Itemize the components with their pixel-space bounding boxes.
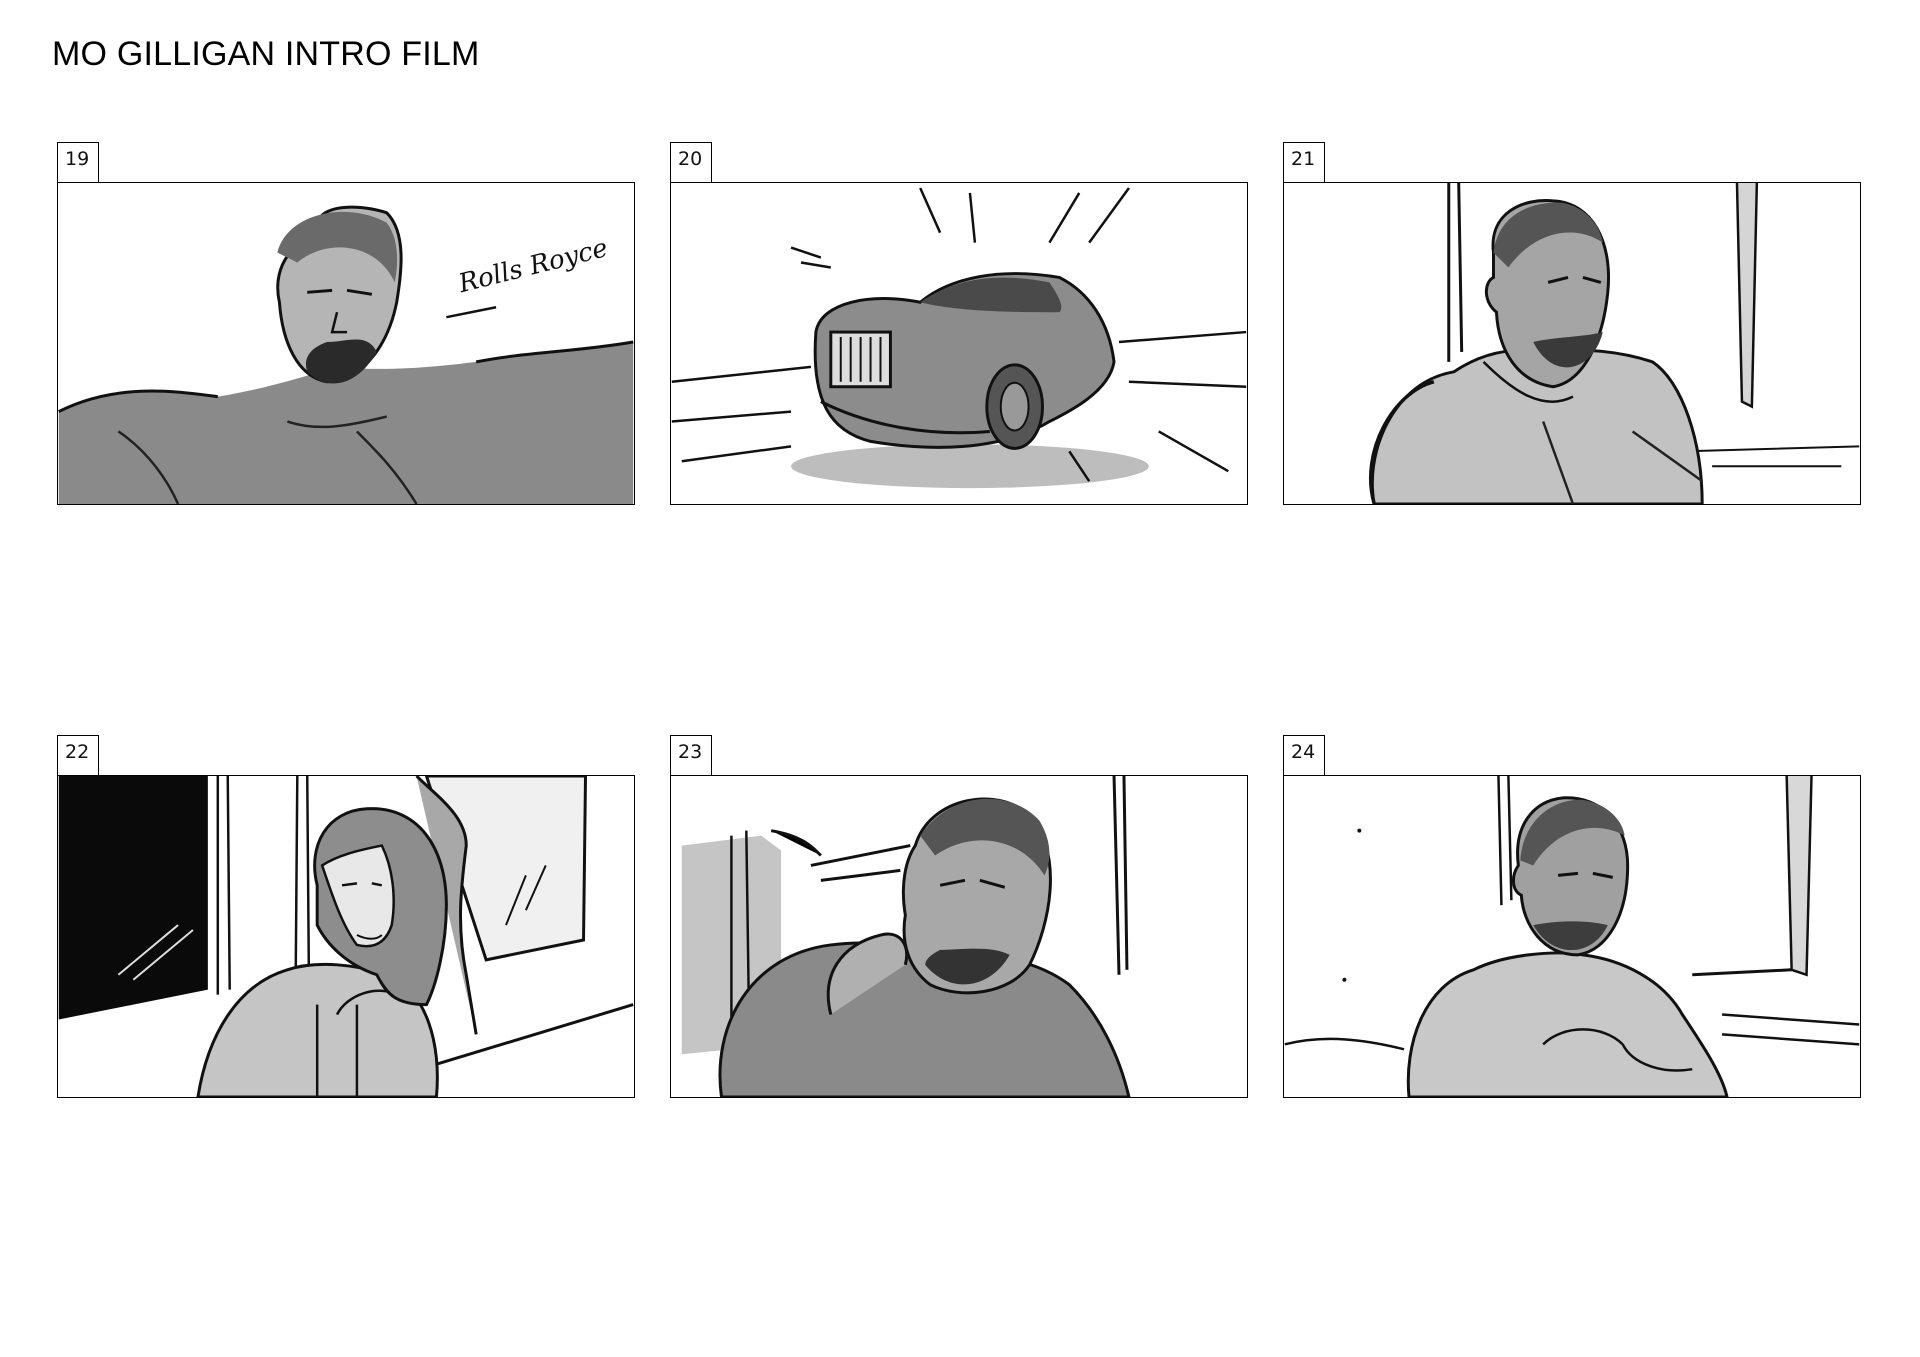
panel-number: 22 [57, 735, 99, 775]
sketch-woman-by-window [58, 776, 634, 1097]
sketch-man-reclining: Rolls Royce [58, 205, 634, 504]
storyboard-panel-22: 22 [57, 735, 635, 1098]
panel-number: 20 [670, 142, 712, 182]
storyboard-panel-21: 21 [1283, 142, 1861, 505]
annotation-text: Rolls Royce [455, 233, 611, 299]
sketch-car [671, 187, 1247, 489]
panel-frame: Rolls Royce [57, 182, 635, 505]
panel-frame [1283, 182, 1861, 505]
sketch-man-thinking [681, 776, 1131, 1097]
storyboard-panel-24: 24 [1283, 735, 1861, 1098]
storyboard-panel-20: 20 [670, 142, 1248, 505]
sketch-man-hoodie-looking-right [1368, 183, 1860, 504]
sketch-man-hoodie-looking-down [1284, 776, 1860, 1097]
panel-number: 23 [670, 735, 712, 775]
panel-frame [1283, 775, 1861, 1098]
panel-number: 19 [57, 142, 99, 182]
page-title: MO GILLIGAN INTRO FILM [52, 35, 480, 73]
storyboard-panel-23: 23 [670, 735, 1248, 1098]
panel-number: 21 [1283, 142, 1325, 182]
storyboard-panel-19: 19 Rolls Royce [57, 142, 635, 505]
panel-frame [57, 775, 635, 1098]
panel-frame [670, 182, 1248, 505]
panel-number: 24 [1283, 735, 1325, 775]
panel-frame [670, 775, 1248, 1098]
